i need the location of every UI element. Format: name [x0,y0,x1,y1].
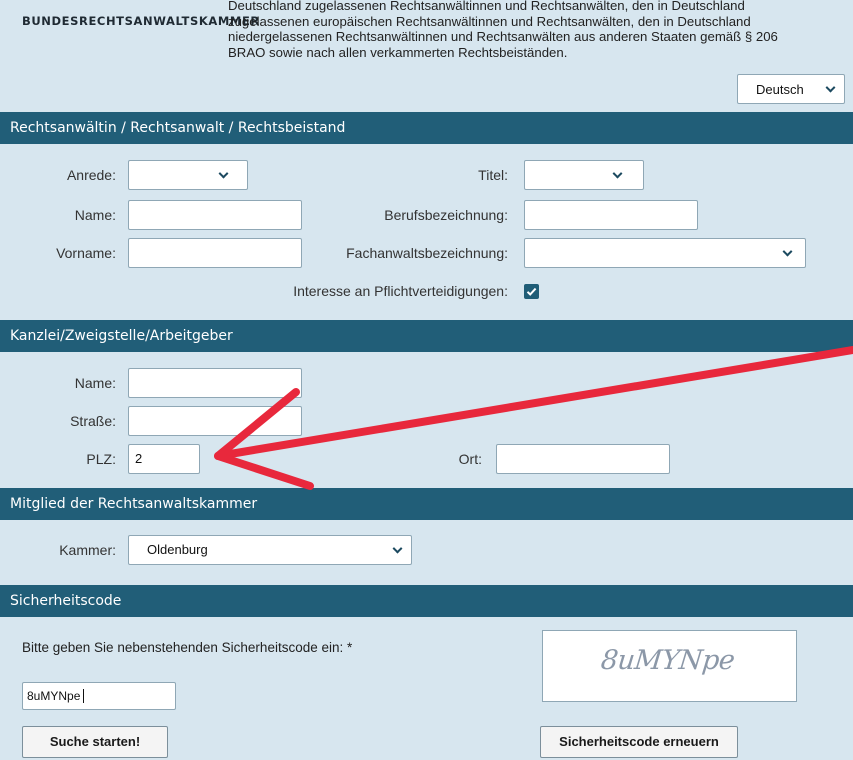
chevron-down-icon [218,168,229,179]
search-start-button[interactable]: Suche starten! [22,726,168,758]
chevron-down-icon [782,246,793,257]
ort-label: Ort: [458,451,482,467]
anrede-label: Anrede: [66,167,116,183]
section-header-kammer: Mitglied der Rechtsanwaltskammer [0,488,853,520]
chevron-down-icon [392,543,403,554]
pflicht-checkbox[interactable] [524,284,539,299]
name-input[interactable] [128,200,302,230]
pflicht-label: Interesse an Pflichtverteidigungen: [293,283,508,299]
intro-line: Deutschland zugelassenen Rechtsanwältinn… [228,0,745,13]
strasse-label: Straße: [70,413,116,429]
intro-text: Deutschland zugelassenen Rechtsanwältinn… [228,0,840,60]
language-select-value: Deutsch [756,82,804,97]
kammer-select[interactable]: Oldenburg [128,535,412,565]
arrow-shaft [214,346,853,460]
captcha-prompt: Bitte geben Sie nebenstehenden Sicherhei… [22,640,353,655]
kammer-label: Kammer: [59,542,116,558]
fachanwalt-label: Fachanwaltsbezeichnung: [346,245,508,261]
kanzlei-name-label: Name: [74,375,116,391]
chevron-down-icon [612,168,623,179]
vorname-label: Vorname: [56,245,116,261]
kanzlei-name-input[interactable] [128,368,302,398]
captcha-input-value: 8uMYNpe [27,689,81,703]
titel-select[interactable] [524,160,644,190]
intro-line: zugelassenen europäischen Rechtsanwältin… [228,13,751,29]
ort-input[interactable] [496,444,670,474]
captcha-input[interactable]: 8uMYNpe [22,682,176,710]
berufsbezeichnung-label: Berufsbezeichnung: [384,207,508,223]
berufsbezeichnung-input[interactable] [524,200,698,230]
section-header-kanzlei: Kanzlei/Zweigstelle/Arbeitgeber [0,320,853,352]
strasse-input[interactable] [128,406,302,436]
plz-label: PLZ: [86,451,116,467]
section-header-lawyer: Rechtsanwältin / Rechtsanwalt / Rechtsbe… [0,112,853,144]
brak-logo: BUNDESRECHTSANWALTSKAMMER [22,14,260,28]
intro-line: BRAO sowie nach allen verkammerten Recht… [228,44,568,60]
language-select[interactable]: Deutsch [737,74,845,104]
intro-line: niedergelassenen Rechtsanwältinnen und R… [228,29,778,44]
captcha-image-text: 8uMYNpe [599,645,737,676]
name-label: Name: [74,207,116,223]
section-header-captcha: Sicherheitscode [0,585,853,617]
kammer-select-value: Oldenburg [147,542,208,557]
renew-captcha-button[interactable]: Sicherheitscode erneuern [540,726,738,758]
captcha-image: 8uMYNpe [542,630,797,702]
checkmark-icon [526,287,537,296]
titel-label: Titel: [478,167,508,183]
plz-input[interactable]: 2 [128,444,200,474]
chevron-down-icon [825,82,836,93]
vorname-input[interactable] [128,238,302,268]
anrede-select[interactable] [128,160,248,190]
fachanwalt-select[interactable] [524,238,806,268]
text-cursor [83,689,84,703]
